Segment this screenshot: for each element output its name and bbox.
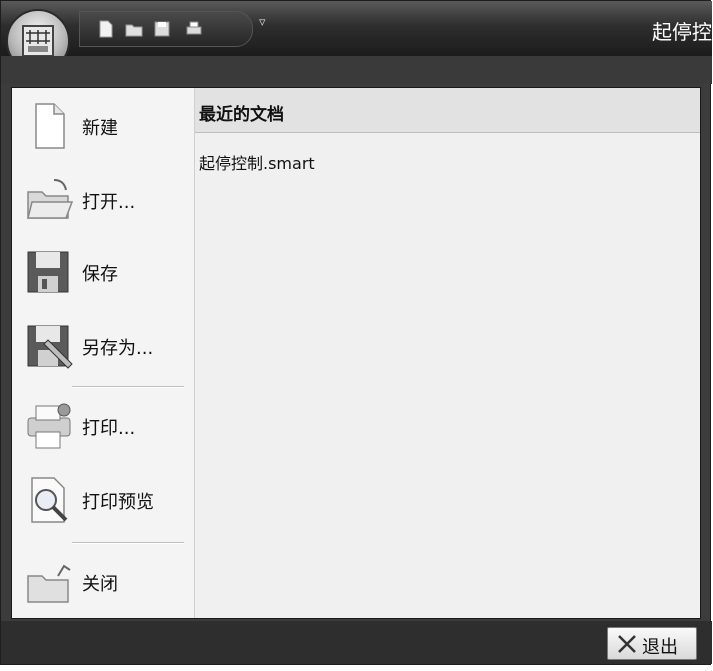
menu-item-print[interactable]: 打印... xyxy=(12,394,194,458)
printer-icon xyxy=(27,403,71,449)
menu-separator xyxy=(72,386,184,388)
ladder-logic-icon xyxy=(22,25,54,57)
close-x-icon xyxy=(618,635,636,653)
menu-item-save[interactable]: 保存 xyxy=(12,240,194,304)
exit-button-label: 退出 xyxy=(642,637,678,658)
save-as-icon xyxy=(27,325,73,369)
new-file-icon[interactable] xyxy=(96,19,116,39)
close-folder-icon xyxy=(27,564,71,603)
save-icon[interactable] xyxy=(152,19,172,39)
recent-document-item[interactable]: 起停控制.smart xyxy=(199,150,315,174)
quick-access-toolbar xyxy=(79,11,253,47)
recent-documents-title: 最近的文档 xyxy=(199,105,284,125)
menu-item-label: 另存为... xyxy=(82,338,154,359)
menu-item-new[interactable]: 新建 xyxy=(12,94,194,158)
title-bar: ▿ 起停控 xyxy=(1,1,712,56)
customize-toolbar-dropdown-icon[interactable]: ▿ xyxy=(259,15,266,30)
menu-item-close[interactable]: 关闭 xyxy=(12,550,194,614)
recent-documents-header: 最近的文档 xyxy=(195,88,700,133)
menu-item-label: 保存 xyxy=(82,264,118,285)
ribbon-band xyxy=(1,56,712,84)
application-menu-panel: 新建 打开... 保存 另存为... 打印... 打印预览 关闭 最近的文档 起… xyxy=(11,87,701,619)
print-icon[interactable] xyxy=(184,19,204,39)
menu-item-label: 打开... xyxy=(82,192,136,213)
menu-item-save-as[interactable]: 另存为... xyxy=(12,314,194,378)
menu-item-label: 打印预览 xyxy=(82,492,154,513)
file-menu: 新建 打开... 保存 另存为... 打印... 打印预览 关闭 xyxy=(12,88,195,618)
open-folder-icon xyxy=(27,179,74,219)
print-preview-icon xyxy=(31,477,68,523)
recent-documents-pane: 最近的文档 起停控制.smart xyxy=(195,88,700,618)
menu-separator xyxy=(72,542,184,544)
open-folder-icon[interactable] xyxy=(124,19,144,39)
save-disk-icon xyxy=(27,251,69,293)
menu-item-label: 新建 xyxy=(82,118,118,139)
menu-item-open[interactable]: 打开... xyxy=(12,168,194,232)
menu-item-label: 打印... xyxy=(82,418,136,439)
exit-button[interactable]: 退出 xyxy=(607,627,697,660)
menu-item-print-preview[interactable]: 打印预览 xyxy=(12,468,194,532)
application-window: ▿ 起停控 新建 打开... 保存 另存为... 打印... 打印预览 关闭 最… xyxy=(0,0,712,665)
window-title: 起停控 xyxy=(652,20,712,44)
new-document-icon xyxy=(35,103,65,149)
menu-footer xyxy=(1,621,712,664)
menu-item-label: 关闭 xyxy=(82,574,118,595)
